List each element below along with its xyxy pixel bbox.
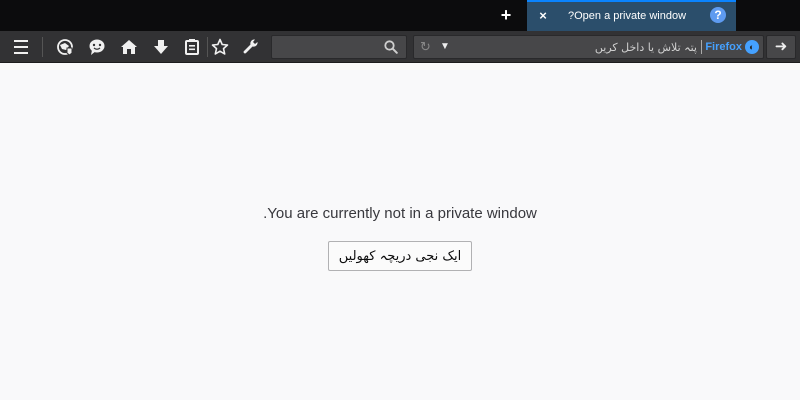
- menu-button[interactable]: [10, 36, 32, 58]
- home-icon: [121, 40, 137, 54]
- url-input[interactable]: [497, 38, 697, 56]
- url-bar[interactable]: ↻ ▼ Firefox ◐: [413, 35, 764, 59]
- identity-box[interactable]: Firefox ◐: [705, 39, 759, 55]
- bookmark-button[interactable]: [209, 36, 231, 58]
- customize-button[interactable]: [240, 36, 262, 58]
- tab-active[interactable]: × Open a private window? ?: [527, 0, 736, 31]
- vpn-icon: [57, 39, 73, 56]
- go-button[interactable]: ➜: [766, 35, 796, 59]
- library-icon: [185, 39, 199, 55]
- toolbar-separator: [42, 37, 43, 57]
- tab-strip: + × Open a private window? ?: [0, 0, 800, 31]
- identity-divider: [701, 40, 702, 54]
- identity-label: Firefox: [705, 41, 742, 53]
- downloads-button[interactable]: [150, 36, 172, 58]
- download-icon: [154, 40, 168, 54]
- private-window-message: You are currently not in a private windo…: [263, 205, 537, 222]
- page-content: You are currently not in a private windo…: [0, 63, 800, 400]
- search-bar[interactable]: [271, 35, 407, 59]
- reload-icon[interactable]: ↻: [420, 39, 431, 55]
- vpn-button[interactable]: [54, 36, 76, 58]
- tab-close-icon[interactable]: ×: [535, 8, 551, 24]
- new-tab-button[interactable]: +: [497, 6, 515, 25]
- arrow-right-icon: ➜: [774, 38, 788, 55]
- library-button[interactable]: [181, 36, 203, 58]
- chat-icon: [89, 39, 105, 55]
- firefox-icon: ◐: [745, 40, 759, 54]
- bookmark-star-icon: [211, 38, 229, 55]
- home-button[interactable]: [118, 36, 140, 58]
- menu-icon-bar: [14, 52, 28, 54]
- chat-button[interactable]: [86, 36, 108, 58]
- tab-title: Open a private window?: [568, 10, 687, 22]
- open-private-window-button[interactable]: ایک نجی دریچہ کھولیں: [328, 241, 472, 271]
- menu-icon: [14, 40, 28, 42]
- help-icon: ?: [710, 7, 726, 23]
- search-input[interactable]: [278, 39, 378, 55]
- toolbar-separator: [207, 37, 208, 57]
- wrench-icon: [243, 39, 258, 54]
- history-dropdown-icon[interactable]: ▼: [440, 39, 450, 55]
- navigation-toolbar: ↻ ▼ Firefox ◐ ➜: [0, 31, 800, 63]
- search-icon[interactable]: [384, 40, 398, 54]
- menu-icon-bar: [14, 46, 28, 48]
